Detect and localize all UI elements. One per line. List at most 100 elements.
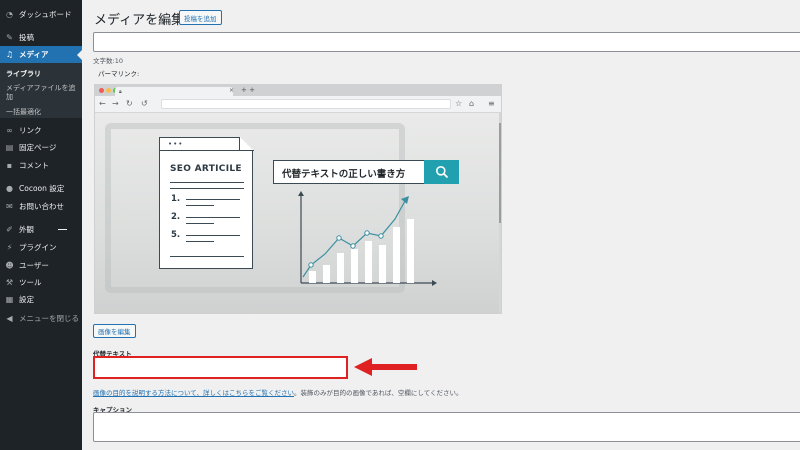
doc-rule bbox=[170, 188, 244, 189]
growth-chart-illustration bbox=[298, 191, 437, 286]
collapse-label: メニューを閉じる bbox=[19, 314, 79, 323]
list-line bbox=[186, 223, 214, 224]
sidebar-item-label: ダッシュボード bbox=[19, 10, 72, 19]
brush-icon: ✐ bbox=[6, 225, 13, 234]
refresh-icon: ↺ bbox=[141, 99, 148, 108]
submenu-bulk-optimize[interactable]: 一括最適化 bbox=[6, 108, 41, 117]
alt-help-text: 画像の目的を説明する方法について、詳しくはこちらをご覧ください。装飾のみが目的の… bbox=[93, 387, 463, 397]
chart-bar bbox=[379, 245, 386, 283]
list-line bbox=[186, 235, 240, 236]
chart-bar bbox=[323, 265, 330, 283]
close-dot-icon bbox=[99, 88, 104, 93]
doc-separator bbox=[160, 150, 254, 151]
sidebar-item-label: コメント bbox=[19, 161, 49, 170]
document-illustration: ••• SEO ARTICILE 1. 2. 5. bbox=[159, 137, 254, 269]
search-illustration-button bbox=[424, 160, 459, 184]
sidebar-item-users[interactable]: ☻ ユーザー bbox=[0, 257, 82, 274]
permalink-label: パーマリンク: bbox=[98, 70, 140, 78]
sidebar-item-pages[interactable]: ▤ 固定ページ bbox=[0, 139, 82, 156]
mail-icon: ✉ bbox=[6, 202, 13, 211]
cursor-mark bbox=[58, 229, 67, 230]
doc-dots: ••• bbox=[168, 140, 184, 148]
page-icon: ▤ bbox=[5, 143, 14, 152]
dashboard-icon: ◔ bbox=[6, 10, 13, 19]
list-line bbox=[186, 241, 214, 242]
list-number: 1. bbox=[171, 194, 181, 204]
list-number: 2. bbox=[171, 212, 181, 222]
sidebar-item-label: プラグイン bbox=[19, 243, 57, 252]
sidebar-item-label: お問い合わせ bbox=[19, 202, 64, 211]
sidebar-item-media[interactable]: ♫ メディア bbox=[0, 46, 82, 63]
trend-point bbox=[364, 230, 370, 236]
alt-help-link[interactable]: 画像の目的を説明する方法について、詳しくはこちらをご覧ください bbox=[93, 389, 294, 397]
sidebar-item-settings[interactable]: ▦ 設定 bbox=[0, 291, 82, 308]
plugin-icon: ⚡ bbox=[6, 243, 13, 252]
sidebar-item-contact[interactable]: ✉ お問い合わせ bbox=[0, 198, 82, 215]
chart-bar bbox=[365, 241, 372, 283]
list-line bbox=[186, 205, 214, 206]
scene-scroll-thumb bbox=[499, 123, 501, 223]
caption-input[interactable] bbox=[93, 412, 800, 442]
sidebar-item-dashboard[interactable]: ◔ ダッシュボード bbox=[0, 6, 82, 23]
chart-bar bbox=[351, 249, 358, 283]
comment-icon: ▪ bbox=[6, 161, 13, 170]
title-input[interactable] bbox=[93, 32, 800, 52]
sidebar-item-label: リンク bbox=[19, 126, 42, 135]
list-line bbox=[186, 199, 240, 200]
settings-icon: ▦ bbox=[5, 295, 14, 304]
browser-toolbar: ← → ↻ ↺ ☆ ⌂ ≡ bbox=[95, 96, 501, 113]
sidebar-item-plugins[interactable]: ⚡ プラグイン bbox=[0, 239, 82, 256]
sidebar-item-appearance[interactable]: ✐ 外観 bbox=[0, 221, 82, 238]
trend-point bbox=[308, 262, 314, 268]
submenu-add-new[interactable]: メディアファイルを追 bbox=[6, 84, 76, 93]
url-bar bbox=[161, 99, 451, 109]
lock-icon: 🔒︎ bbox=[119, 88, 122, 95]
y-axis-arrowhead bbox=[298, 191, 304, 196]
cocoon-icon: ● bbox=[6, 184, 13, 193]
collapse-menu-button[interactable]: ◀ メニューを閉じる bbox=[0, 310, 82, 327]
user-icon: ☻ bbox=[5, 261, 14, 270]
alt-text-input[interactable] bbox=[93, 356, 348, 379]
search-illustration: 代替テキストの正しい書き方 bbox=[273, 160, 459, 184]
doc-folded-corner bbox=[239, 137, 253, 151]
trend-arrowhead bbox=[401, 196, 409, 204]
x-axis-arrowhead bbox=[432, 280, 437, 286]
sidebar-item-label: 固定ページ bbox=[19, 143, 57, 152]
sidebar-item-label: 投稿 bbox=[19, 33, 34, 42]
pin-icon: ✎ bbox=[6, 33, 13, 42]
doc-heading: SEO ARTICILE bbox=[170, 164, 242, 174]
wrench-icon: ⚒ bbox=[5, 278, 14, 287]
image-scene: ••• SEO ARTICILE 1. 2. 5. 代替テキストの正しい書き方 bbox=[95, 113, 501, 313]
submenu-add-new-wrap[interactable]: 加 bbox=[6, 93, 13, 102]
scene-scrollbar bbox=[499, 113, 501, 313]
char-count: 文字数:10 bbox=[93, 57, 123, 65]
list-number: 5. bbox=[171, 230, 181, 240]
sidebar-item-tools[interactable]: ⚒ ツール bbox=[0, 274, 82, 291]
main-content: メディアを編集 投稿を追加 文字数:10 パーマリンク: 🔒︎ × + + ← … bbox=[82, 0, 800, 450]
admin-sidebar: ◔ ダッシュボード ✎ 投稿 ♫ メディア ライブラリ メディアファイルを追 加… bbox=[0, 0, 82, 450]
browser-titlebar: 🔒︎ × + + bbox=[95, 85, 501, 96]
new-tab-icon: + + bbox=[241, 86, 255, 94]
edit-image-button[interactable]: 画像を編集 bbox=[93, 324, 136, 338]
doc-rule bbox=[170, 256, 244, 257]
chart-bar bbox=[393, 227, 400, 283]
tab-close-icon: × bbox=[229, 87, 235, 94]
chart-bar bbox=[337, 253, 344, 283]
add-post-button[interactable]: 投稿を追加 bbox=[179, 10, 222, 25]
doc-rule bbox=[170, 182, 244, 183]
submenu-library[interactable]: ライブラリ bbox=[6, 70, 41, 79]
sidebar-item-cocoon[interactable]: ● Cocoon 設定 bbox=[0, 180, 82, 197]
sidebar-item-links[interactable]: ∞ リンク bbox=[0, 122, 82, 139]
home-icon: ⌂ bbox=[469, 99, 475, 108]
star-icon: ☆ bbox=[455, 99, 463, 108]
forward-arrow-icon: → bbox=[112, 99, 119, 108]
link-icon: ∞ bbox=[6, 126, 13, 135]
sidebar-item-posts[interactable]: ✎ 投稿 bbox=[0, 29, 82, 46]
trend-point bbox=[336, 235, 342, 241]
search-illustration-text: 代替テキストの正しい書き方 bbox=[282, 169, 406, 180]
trend-point bbox=[350, 243, 356, 249]
sidebar-item-label: ツール bbox=[19, 278, 42, 287]
sidebar-item-label: 設定 bbox=[19, 295, 34, 304]
sidebar-item-comments[interactable]: ▪ コメント bbox=[0, 157, 82, 174]
browser-tab: 🔒︎ bbox=[115, 87, 233, 96]
